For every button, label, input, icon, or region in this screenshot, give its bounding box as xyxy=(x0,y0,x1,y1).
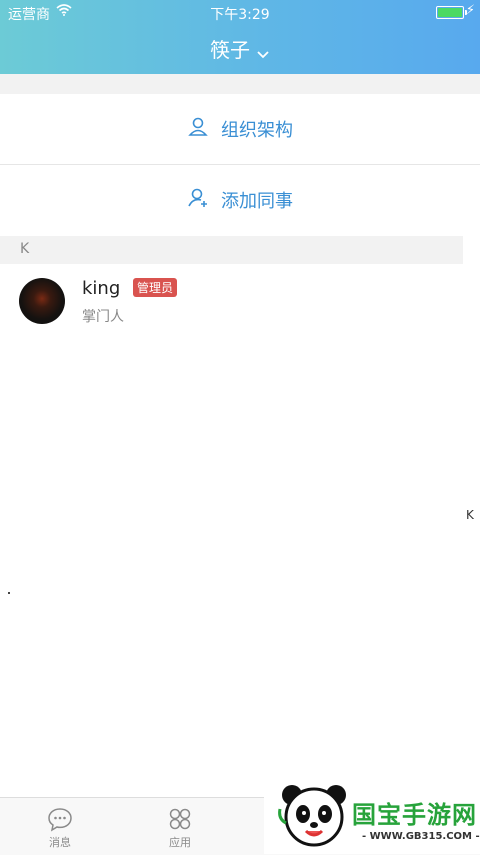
org-structure-label: 组织架构 xyxy=(221,120,293,141)
add-colleague-label: 添加同事 xyxy=(221,191,293,212)
section-header: K xyxy=(0,236,463,264)
stray-dot xyxy=(8,592,10,594)
add-user-icon xyxy=(187,187,209,214)
team-switcher[interactable]: 筷子 xyxy=(0,34,480,64)
watermark-title: 国宝手游网 xyxy=(352,801,477,829)
clock: 下午3:29 xyxy=(210,7,270,23)
contact-role: 掌门人 xyxy=(82,309,124,325)
admin-badge: 管理员 xyxy=(133,278,178,297)
panda-logo-icon xyxy=(278,779,350,855)
chat-bubble-icon xyxy=(48,808,72,832)
contact-list-item[interactable]: king 管理员 掌门人 xyxy=(0,266,480,336)
avatar xyxy=(19,278,65,324)
battery-icon xyxy=(436,6,467,19)
side-index-letter[interactable]: K xyxy=(466,508,474,522)
watermark-url: - WWW.GB315.COM - xyxy=(362,831,480,842)
app-header: 运营商 下午3:29 ⚡ 筷子 xyxy=(0,0,480,74)
chevron-down-icon xyxy=(256,40,270,64)
org-structure-icon xyxy=(187,116,209,143)
add-colleague-button[interactable]: 添加同事 xyxy=(0,165,480,235)
tab-messages-label: 消息 xyxy=(49,836,71,849)
tab-messages[interactable]: 消息 xyxy=(30,806,90,850)
top-spacer xyxy=(0,74,480,94)
section-letter: K xyxy=(20,241,30,257)
tab-apps[interactable]: 应用 xyxy=(150,806,210,850)
contact-name: king xyxy=(82,278,121,299)
status-bar: 运营商 下午3:29 ⚡ xyxy=(0,0,480,24)
charging-icon: ⚡ xyxy=(465,3,475,18)
page-title: 筷子 xyxy=(210,38,250,62)
apps-clover-icon xyxy=(169,808,191,830)
tab-apps-label: 应用 xyxy=(169,836,191,849)
org-structure-button[interactable]: 组织架构 xyxy=(0,94,480,165)
site-watermark: 国宝手游网 - WWW.GB315.COM - xyxy=(264,773,480,854)
